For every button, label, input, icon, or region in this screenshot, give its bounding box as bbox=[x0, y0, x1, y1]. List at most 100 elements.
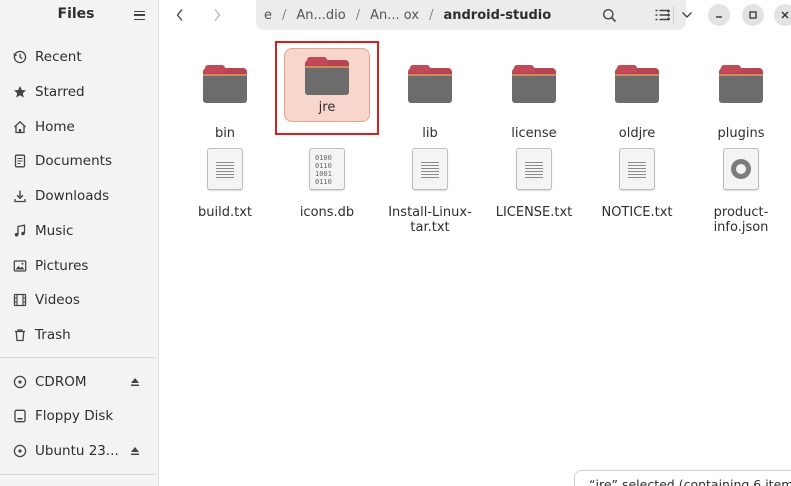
eject-icon[interactable] bbox=[128, 375, 142, 389]
sidebar-item-label: Home bbox=[35, 119, 75, 135]
eject-icon[interactable] bbox=[128, 444, 142, 458]
text-file-icon bbox=[412, 148, 448, 190]
file-name: build.txt bbox=[198, 205, 252, 220]
minimize-icon bbox=[716, 16, 722, 18]
sidebar-item-music[interactable]: Music bbox=[6, 216, 152, 246]
file-name: jre bbox=[318, 100, 336, 115]
file-thumbnail bbox=[697, 133, 785, 205]
sidebar-item-ubuntu[interactable]: Ubuntu 23... bbox=[6, 436, 152, 466]
path-bar: e / An...dio / An... ox / android-studio bbox=[256, 0, 686, 30]
main-menu-button[interactable] bbox=[128, 4, 150, 26]
file-name: LICENSE.txt bbox=[495, 205, 573, 220]
header-bar: e / An...dio / An... ox / android-studio bbox=[160, 0, 791, 30]
folder-icon bbox=[305, 57, 349, 95]
breadcrumb-item[interactable]: An...dio bbox=[288, 8, 353, 23]
folder-thumbnail bbox=[697, 48, 785, 120]
sidebar-item-label: CDROM bbox=[35, 374, 87, 390]
view-mode-button[interactable] bbox=[652, 3, 672, 27]
folder-icon bbox=[512, 65, 556, 103]
text-file-icon bbox=[516, 148, 552, 190]
file-item-jre[interactable]: jre bbox=[279, 48, 375, 122]
breadcrumb-separator: / bbox=[429, 7, 434, 23]
breadcrumb-current[interactable]: android-studio bbox=[435, 8, 559, 23]
file-item-install-linux-tar-txt[interactable]: Install-Linux-tar.txt bbox=[382, 133, 478, 235]
file-name: product-info.json bbox=[713, 205, 769, 235]
file-thumbnail: 0100 0110 1001 0110 bbox=[283, 133, 371, 205]
binary-file-icon: 0100 0110 1001 0110 bbox=[309, 148, 345, 190]
maximize-button[interactable] bbox=[742, 4, 764, 26]
status-bar: “jre” selected (containing 6 items) bbox=[574, 470, 791, 486]
file-name: icons.db bbox=[299, 205, 355, 220]
folder-thumbnail bbox=[181, 48, 269, 120]
file-thumbnail bbox=[386, 133, 474, 205]
file-item-license-txt[interactable]: LICENSE.txt bbox=[486, 133, 582, 220]
sidebar-item-floppy-disk[interactable]: Floppy Disk bbox=[6, 401, 152, 431]
document-icon bbox=[12, 153, 28, 169]
search-button[interactable] bbox=[597, 3, 621, 27]
sidebar-item-label: Starred bbox=[35, 84, 85, 100]
folder-thumbnail bbox=[386, 48, 474, 120]
sidebar-item-recent[interactable]: Recent bbox=[6, 42, 152, 72]
sidebar-item-label: Trash bbox=[35, 327, 71, 343]
hamburger-icon bbox=[133, 10, 145, 20]
folder-icon bbox=[203, 65, 247, 103]
file-item-icons-db[interactable]: 0100 0110 1001 0110 icons.db bbox=[279, 133, 375, 220]
file-thumbnail bbox=[593, 133, 681, 205]
file-item-lib[interactable]: lib bbox=[382, 48, 478, 141]
folder-icon bbox=[719, 65, 763, 103]
sidebar-item-label: Floppy Disk bbox=[35, 408, 114, 424]
disc-icon bbox=[12, 443, 28, 459]
sidebar-item-documents[interactable]: Documents bbox=[6, 146, 152, 176]
breadcrumb-separator: / bbox=[282, 7, 287, 23]
file-item-product-info-json[interactable]: product-info.json bbox=[693, 133, 789, 235]
file-name: NOTICE.txt bbox=[601, 205, 673, 220]
file-item-bin[interactable]: bin bbox=[177, 48, 273, 141]
sidebar-item-label: Recent bbox=[35, 49, 82, 65]
text-file-icon bbox=[207, 148, 243, 190]
sidebar: Files Recent Starred Home Documents Down… bbox=[0, 0, 159, 486]
picture-icon bbox=[12, 258, 28, 274]
sidebar-item-label: Ubuntu 23... bbox=[35, 443, 119, 459]
sidebar-item-label: Pictures bbox=[35, 258, 89, 274]
file-name: Install-Linux-tar.txt bbox=[388, 205, 472, 235]
minimize-button[interactable] bbox=[708, 4, 730, 26]
sidebar-item-cdrom[interactable]: CDROM bbox=[6, 367, 152, 397]
breadcrumb-item[interactable]: e bbox=[256, 8, 280, 23]
sidebar-item-videos[interactable]: Videos bbox=[6, 285, 152, 315]
breadcrumb-separator: / bbox=[355, 7, 361, 23]
download-icon bbox=[12, 188, 28, 204]
file-item-build-txt[interactable]: build.txt bbox=[177, 133, 273, 220]
file-item-license[interactable]: license bbox=[486, 48, 582, 141]
close-button[interactable] bbox=[774, 4, 791, 26]
chevron-down-icon bbox=[682, 12, 692, 18]
file-item-oldjre[interactable]: oldjre bbox=[589, 48, 685, 141]
folder-thumbnail bbox=[593, 48, 681, 120]
sidebar-item-starred[interactable]: Starred bbox=[6, 77, 152, 107]
view-options-button[interactable] bbox=[678, 3, 696, 27]
sidebar-item-downloads[interactable]: Downloads bbox=[6, 181, 152, 211]
folder-icon bbox=[408, 65, 452, 103]
folder-thumbnail bbox=[490, 48, 578, 120]
sidebar-item-home[interactable]: Home bbox=[6, 112, 152, 142]
search-icon bbox=[602, 8, 616, 22]
back-button[interactable] bbox=[168, 3, 192, 27]
sidebar-item-pictures[interactable]: Pictures bbox=[6, 251, 152, 281]
sidebar-item-label: Downloads bbox=[35, 188, 110, 204]
sidebar-item-label: Videos bbox=[35, 292, 80, 308]
file-thumbnail bbox=[490, 133, 578, 205]
sidebar-divider bbox=[0, 357, 155, 358]
disc-icon bbox=[12, 374, 28, 390]
file-item-plugins[interactable]: plugins bbox=[693, 48, 789, 141]
star-icon bbox=[12, 84, 28, 100]
toolbar-separator bbox=[673, 6, 674, 24]
text-file-icon bbox=[619, 148, 655, 190]
breadcrumb-item[interactable]: An... ox bbox=[362, 8, 427, 23]
sidebar-divider bbox=[0, 474, 155, 475]
sidebar-item-trash[interactable]: Trash bbox=[6, 320, 152, 350]
sidebar-header: Files bbox=[0, 0, 159, 30]
forward-button[interactable] bbox=[205, 3, 229, 27]
drive-icon bbox=[12, 408, 28, 424]
file-item-notice-txt[interactable]: NOTICE.txt bbox=[589, 133, 685, 220]
chevron-left-icon bbox=[176, 9, 183, 21]
clock-icon bbox=[12, 49, 28, 65]
